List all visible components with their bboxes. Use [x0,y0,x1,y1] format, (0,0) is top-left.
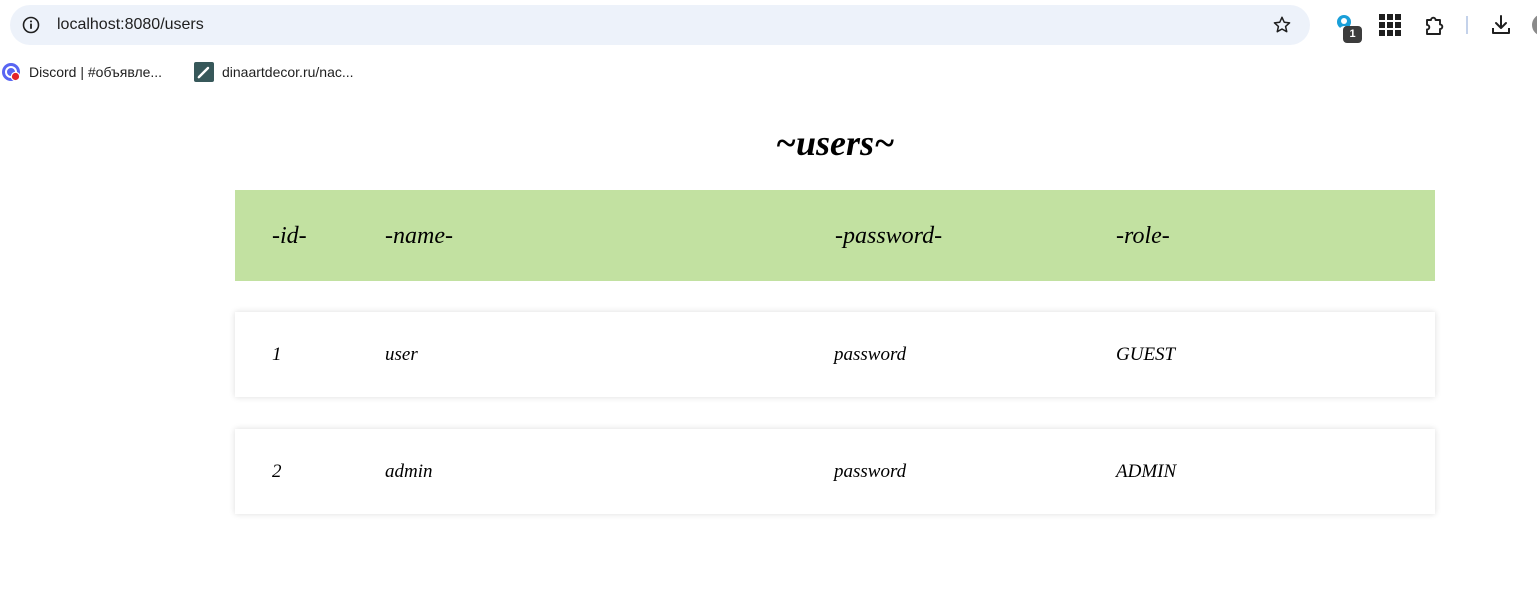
bookmark-star-icon[interactable] [1272,15,1292,35]
cell-name: admin [385,461,433,482]
bookmarks-bar: Discord | #объявле... dinaartdecor.ru/na… [0,56,1537,88]
cell-id: 1 [272,344,282,365]
discord-favicon-icon [2,63,21,82]
header-role: -role- [1116,223,1170,249]
extensions-puzzle-icon[interactable] [1423,13,1447,37]
bookmark-label: Discord | #объявле... [29,64,163,80]
cell-role: GUEST [1116,344,1176,365]
header-id: -id- [272,223,307,249]
table-header: -id- -name- -password- -role- [235,190,1435,281]
extension-badge: 1 [1343,26,1362,43]
toolbar-divider [1466,16,1468,34]
site-info-icon[interactable] [22,16,40,34]
browser-toolbar: localhost:8080/users 1 [0,0,1537,52]
header-password: -password- [835,223,943,249]
cell-id: 2 [272,461,282,482]
bookmark-label: dinaartdecor.ru/nac... [222,64,354,80]
pencil-favicon-icon [194,62,214,82]
cell-password: password [834,461,907,482]
url-text[interactable]: localhost:8080/users [57,15,204,35]
apps-grid-icon[interactable] [1378,13,1402,37]
table-row: 2 admin password ADMIN [235,429,1435,514]
cell-password: password [834,344,907,365]
cell-role: ADMIN [1116,461,1177,482]
bookmark-dinaartdecor[interactable]: dinaartdecor.ru/nac... [194,60,354,84]
cell-name: user [385,344,418,365]
bookmark-discord[interactable]: Discord | #объявле... [1,60,162,84]
table-row: 1 user password GUEST [235,312,1435,397]
page-title: ~users~ [775,123,895,163]
download-icon[interactable] [1489,13,1513,37]
header-name: -name- [385,223,453,249]
profile-avatar-icon[interactable] [1531,13,1537,37]
address-bar[interactable]: localhost:8080/users [10,5,1310,45]
